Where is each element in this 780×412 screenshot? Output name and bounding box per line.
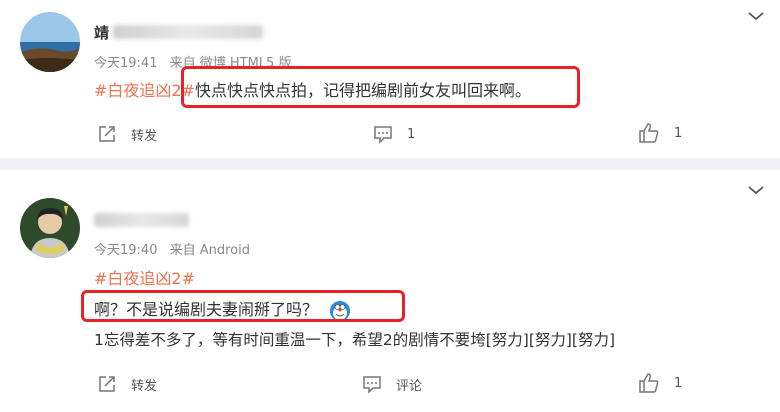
redacted-name bbox=[94, 213, 189, 227]
chevron-down-icon[interactable] bbox=[746, 6, 766, 26]
repost-button[interactable]: 转发 bbox=[97, 124, 157, 144]
topic-link[interactable]: #白夜追凶2# bbox=[94, 81, 195, 100]
source: 来自 Android bbox=[169, 243, 251, 258]
topic-line: #白夜追凶2# bbox=[94, 265, 195, 289]
action-bar: 转发 评论 1 bbox=[0, 370, 780, 396]
timestamp[interactable]: 今天19:41 bbox=[94, 56, 157, 71]
comment-card: 今天19:40 来自 Android #白夜追凶2# 啊？不是说编剧夫妻闹掰了吗… bbox=[0, 170, 780, 412]
like-icon bbox=[639, 373, 659, 393]
chevron-down-icon[interactable] bbox=[746, 180, 766, 200]
post-meta: 今天19:40 来自 Android bbox=[94, 239, 258, 258]
timestamp[interactable]: 今天19:40 bbox=[94, 243, 157, 258]
comment-icon bbox=[374, 126, 392, 144]
comment-body: 1忘得差不多了，等有时间重温一下，希望2的剧情不要垮[努力][努力][努力] bbox=[94, 331, 616, 349]
avatar[interactable] bbox=[20, 12, 80, 72]
highlight-box bbox=[181, 66, 580, 108]
like-button[interactable]: 1 bbox=[638, 372, 682, 394]
highlight-box bbox=[81, 290, 405, 322]
like-button[interactable]: 1 bbox=[638, 122, 682, 144]
repost-icon bbox=[99, 126, 115, 142]
repost-button[interactable]: 转发 bbox=[97, 374, 157, 394]
action-bar: 转发 1 1 bbox=[0, 120, 780, 146]
topic-link[interactable]: #白夜追凶2# bbox=[94, 269, 195, 288]
comment-button[interactable]: 评论 bbox=[362, 374, 422, 394]
comment-button[interactable]: 1 bbox=[373, 124, 415, 144]
username[interactable] bbox=[94, 210, 189, 230]
username[interactable]: 靖 bbox=[94, 22, 264, 42]
like-icon bbox=[639, 123, 659, 143]
comment-icon bbox=[363, 376, 381, 394]
repost-icon bbox=[99, 376, 115, 392]
comment-text-secondary: 1忘得差不多了，等有时间重温一下，希望2的剧情不要垮[努力][努力][努力] bbox=[94, 328, 615, 350]
comment-card: 靖 今天19:41 来自 微博 HTML5 版 #白夜追凶2#快点快点快点拍，记… bbox=[0, 0, 780, 158]
redacted-name bbox=[113, 25, 264, 39]
avatar[interactable] bbox=[20, 198, 80, 258]
